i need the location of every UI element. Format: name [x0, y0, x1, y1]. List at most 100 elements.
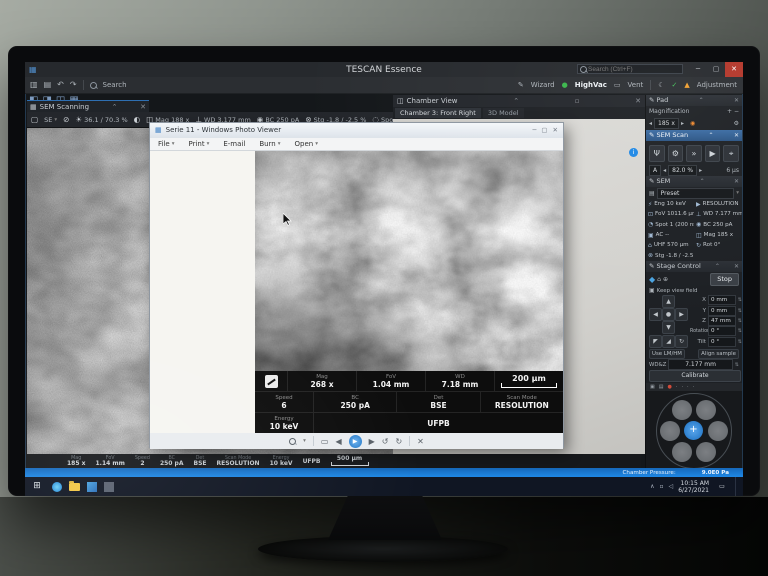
- decrement-icon[interactable]: ◂: [663, 167, 666, 174]
- rotate-cw-icon[interactable]: ↻: [395, 437, 402, 446]
- info-icon[interactable]: i: [629, 148, 638, 157]
- redo-icon[interactable]: ↷: [70, 79, 77, 91]
- carousel-center-button[interactable]: +: [684, 421, 703, 440]
- beam-blank-icon[interactable]: ⊘: [63, 115, 69, 124]
- float-icon[interactable]: ▫: [575, 95, 580, 107]
- calibrate-button[interactable]: Calibrate: [649, 370, 741, 382]
- param-rotation[interactable]: ↻Rot 0°: [694, 240, 742, 250]
- taskbar-clock[interactable]: 10:15 AM 6/27/2021: [678, 480, 709, 494]
- stage-rotation-input[interactable]: 0 °: [708, 326, 736, 336]
- menu-file[interactable]: File▾: [158, 138, 174, 150]
- magnification-value[interactable]: 185 x: [654, 118, 679, 129]
- stepper-icon[interactable]: ⇅: [738, 339, 742, 345]
- gain-value[interactable]: 82.0 %: [668, 165, 697, 176]
- link-icon[interactable]: ⊕: [663, 276, 668, 283]
- notification-icon[interactable]: ▭: [714, 479, 730, 494]
- tilt-down-icon[interactable]: ◢: [662, 335, 675, 348]
- stage-z-input[interactable]: 47 mm: [708, 316, 736, 326]
- decrement-icon[interactable]: ◂: [649, 120, 652, 127]
- tab-3d-model[interactable]: 3D Model: [483, 108, 524, 118]
- night-mode-icon[interactable]: ☾: [658, 79, 664, 91]
- scan-settings-icon[interactable]: ⚙: [668, 145, 684, 162]
- stage-y-input[interactable]: 0 mm: [708, 306, 736, 316]
- actual-size-icon[interactable]: ▭: [321, 437, 329, 446]
- collapse-icon[interactable]: ⌃: [699, 95, 704, 106]
- sample-position-3[interactable]: [660, 421, 680, 441]
- file-explorer-icon[interactable]: [69, 483, 80, 491]
- chevron-down-icon[interactable]: ▾: [736, 190, 739, 196]
- show-desktop-button[interactable]: [735, 477, 739, 496]
- increment-icon[interactable]: ▸: [699, 167, 702, 174]
- collapse-icon[interactable]: ⌃: [715, 261, 720, 272]
- area-select-icon[interactable]: ▢: [31, 115, 38, 124]
- rotate-stage-icon[interactable]: ↻: [675, 335, 688, 348]
- stage-move-icon[interactable]: ◆: [649, 275, 655, 284]
- undock-icon[interactable]: ⌃: [112, 101, 118, 112]
- param-wd[interactable]: ⊥WD 7.177 mm: [694, 209, 742, 219]
- photos-app-icon[interactable]: [87, 482, 97, 492]
- close-button[interactable]: ✕: [553, 123, 558, 138]
- plus-icon[interactable]: +: [727, 108, 732, 115]
- zoom-caret-icon[interactable]: ▾: [303, 438, 306, 444]
- stepper-icon[interactable]: ⇅: [738, 318, 742, 324]
- checkbox-icon[interactable]: ▣: [649, 287, 655, 294]
- sample-position-1[interactable]: [672, 400, 692, 420]
- align-sample-button[interactable]: Align sample: [698, 349, 739, 359]
- rotate-ccw-icon[interactable]: ↺: [382, 437, 389, 446]
- close-icon[interactable]: ✕: [734, 130, 739, 141]
- move-up-button[interactable]: ▲: [662, 295, 675, 308]
- home-icon[interactable]: ⌂: [657, 276, 661, 283]
- collapse-icon[interactable]: ⌃: [709, 130, 714, 141]
- minimize-button[interactable]: ─: [532, 123, 536, 138]
- close-icon[interactable]: ✕: [734, 176, 739, 187]
- auto-bc-icon[interactable]: ◐: [134, 115, 141, 124]
- acquire-icon[interactable]: ⌖: [723, 145, 739, 162]
- vent-button[interactable]: Vent: [628, 79, 644, 91]
- app-icon[interactable]: [104, 482, 114, 492]
- auto-gain-button[interactable]: A: [649, 165, 661, 176]
- move-right-button[interactable]: ▶: [675, 308, 688, 321]
- brightness-contrast[interactable]: ☀ 36.1 / 70.3 %: [75, 115, 127, 124]
- stop-button[interactable]: Stop: [710, 273, 739, 286]
- use-lm-toggle[interactable]: Use LM/HM: [649, 349, 685, 359]
- adjustment-button[interactable]: Adjustment: [697, 79, 737, 91]
- open-icon[interactable]: ▤: [44, 79, 52, 91]
- tray-volume-icon[interactable]: ◁: [669, 483, 674, 490]
- maximize-button[interactable]: ▢: [541, 123, 547, 138]
- menu-burn[interactable]: Burn▾: [259, 138, 280, 150]
- photo-viewer-titlebar[interactable]: ▦ Serie 11 - Windows Photo Viewer ─ ▢ ✕: [150, 123, 563, 138]
- sem-panel-header[interactable]: ✎ SEM ⌃ ✕: [646, 176, 742, 187]
- param-ac[interactable]: ▣AC --: [646, 230, 694, 240]
- param-fov[interactable]: ⊡FoV 1011.6 µm: [646, 209, 694, 219]
- stepper-icon[interactable]: ⇅: [738, 297, 742, 303]
- param-energy[interactable]: ⚡Eng 10 keV: [646, 199, 694, 209]
- stage-control-panel-header[interactable]: ✎ Stage Control ⌃ ✕: [646, 261, 742, 272]
- settings-icon[interactable]: ⚙: [734, 120, 739, 127]
- sem-photo[interactable]: Mag268 x FoV1.04 mm WD7.18 mm 200 µm: [255, 151, 563, 433]
- edge-browser-icon[interactable]: [52, 482, 62, 492]
- next-icon[interactable]: ▶: [369, 437, 375, 446]
- undo-icon[interactable]: ↶: [57, 79, 64, 91]
- zoom-icon[interactable]: [289, 438, 296, 445]
- detector-select[interactable]: SE▾: [44, 116, 57, 124]
- center-button[interactable]: ●: [662, 308, 675, 321]
- tray-expand-icon[interactable]: ∧: [650, 483, 654, 490]
- param-stigmator[interactable]: ⊗Stg -1.8 / -2.5 %: [646, 250, 694, 260]
- close-icon[interactable]: ✕: [734, 95, 739, 106]
- sample-position-4[interactable]: [708, 421, 728, 441]
- grid-icon[interactable]: ▤: [659, 384, 664, 390]
- menu-open[interactable]: Open▾: [295, 138, 318, 150]
- sem-scan-panel-header[interactable]: ✎ SEM Scan ⌃ ✕: [646, 130, 742, 141]
- chamber-view-tabbar[interactable]: ◫ Chamber View ⌃ ▫ ✕: [393, 95, 645, 107]
- collapse-icon[interactable]: ⌃: [700, 176, 705, 187]
- undock-icon[interactable]: ⌃: [513, 95, 519, 107]
- stage-tilt-input[interactable]: 0 °: [708, 337, 736, 347]
- holder-icon[interactable]: ▣: [650, 384, 655, 390]
- play-slideshow-icon[interactable]: ▶: [349, 435, 362, 448]
- delete-icon[interactable]: ✕: [417, 437, 424, 446]
- param-bc[interactable]: ◉BC 250 pA: [694, 220, 742, 230]
- increment-icon[interactable]: ▸: [681, 120, 684, 127]
- stepper-icon[interactable]: ⇅: [738, 308, 742, 314]
- param-uhf[interactable]: ⌂UHF 570 µm: [646, 240, 694, 250]
- sample-position-2[interactable]: [696, 400, 716, 420]
